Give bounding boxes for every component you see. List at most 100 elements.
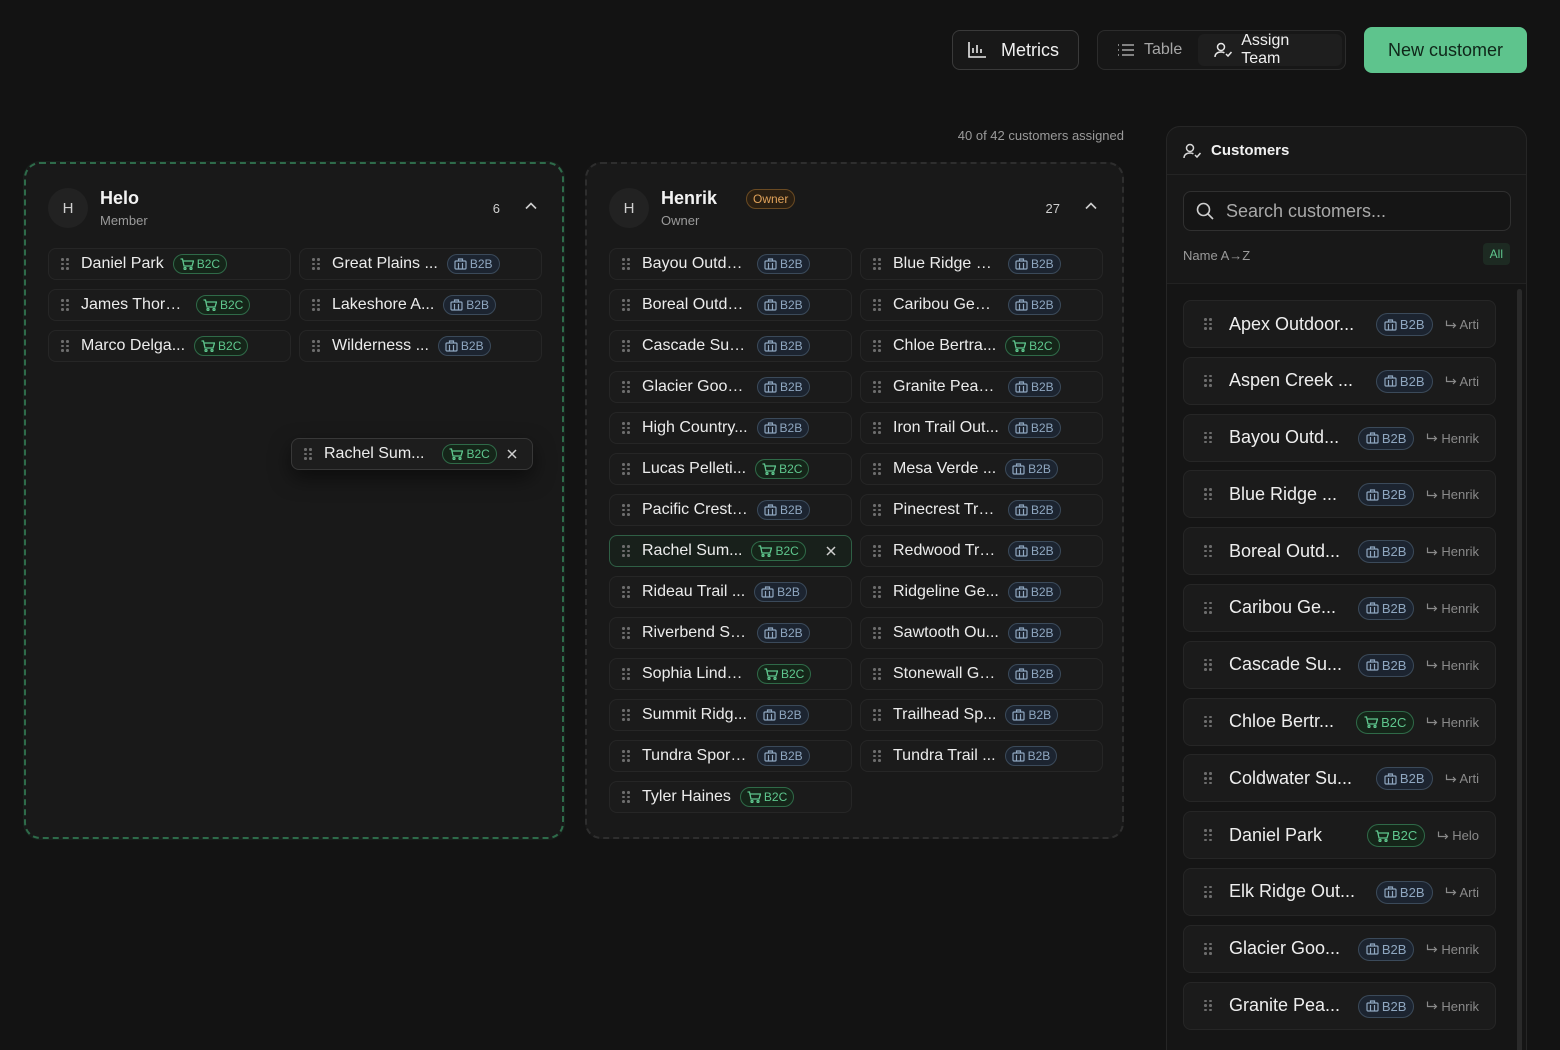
drag-handle-icon[interactable] (1204, 658, 1212, 671)
assign-team-button[interactable]: Assign Team (1198, 32, 1342, 67)
drag-handle-icon[interactable] (312, 258, 320, 270)
customer-list-item[interactable]: Caribou Ge... B2B Henrik (1183, 583, 1496, 632)
drag-handle-icon[interactable] (304, 448, 312, 460)
close-icon[interactable] (506, 448, 518, 460)
customer-card[interactable]: High Country... B2B (609, 412, 852, 444)
drag-handle-icon[interactable] (1204, 545, 1212, 558)
drag-handle-icon[interactable] (1204, 942, 1212, 955)
table-view-button[interactable]: Table (1101, 34, 1198, 66)
customer-card[interactable]: Boreal Outdo... B2B (609, 289, 852, 321)
customer-list-item[interactable]: Blue Ridge ... B2B Henrik (1183, 470, 1496, 519)
customer-card[interactable]: James Thorn... B2C (48, 289, 291, 321)
drag-handle-icon[interactable] (873, 750, 881, 762)
customer-list-item[interactable]: Glacier Goo... B2B Henrik (1183, 924, 1496, 973)
customer-list-item[interactable]: Chloe Bertr... B2C Henrik (1183, 697, 1496, 746)
customer-card[interactable]: Bayou Outdo... B2B (609, 248, 852, 280)
customer-card[interactable]: Tundra Trail ... B2B (860, 740, 1103, 772)
customer-list-item[interactable]: Aspen Creek ... B2B Arti (1183, 356, 1496, 405)
drag-handle-icon[interactable] (873, 627, 881, 639)
customer-card[interactable]: Redwood Tra... B2B (860, 535, 1103, 567)
customer-card[interactable]: Iron Trail Out... B2B (860, 412, 1103, 444)
drag-handle-icon[interactable] (622, 627, 630, 639)
customer-card[interactable]: Pinecrest Tra... B2B (860, 494, 1103, 526)
customer-list-item[interactable]: Boreal Outd... B2B Henrik (1183, 527, 1496, 576)
drag-handle-icon[interactable] (873, 586, 881, 598)
team-column-helo[interactable]: H Helo Member 6 Daniel Park B2C Great Plai… (24, 162, 564, 839)
customer-card[interactable]: Sawtooth Ou... B2B (860, 617, 1103, 649)
drag-handle-icon[interactable] (873, 668, 881, 680)
drag-handle-icon[interactable] (622, 258, 630, 270)
customer-card[interactable]: Glacier Good... B2B (609, 371, 852, 403)
drag-handle-icon[interactable] (622, 340, 630, 352)
drag-handle-icon[interactable] (1204, 715, 1212, 728)
drag-handle-icon[interactable] (622, 791, 630, 803)
drag-handle-icon[interactable] (622, 381, 630, 393)
drag-handle-icon[interactable] (873, 381, 881, 393)
chevron-up-icon[interactable] (524, 199, 538, 213)
customer-list-item[interactable]: Daniel Park B2C Helo (1183, 811, 1496, 860)
drag-handle-icon[interactable] (873, 422, 881, 434)
customer-card[interactable]: Wilderness ... B2B (299, 330, 542, 362)
drag-handle-icon[interactable] (622, 299, 630, 311)
drag-handle-icon[interactable] (1204, 829, 1212, 841)
customer-card[interactable]: Pacific Crest ... B2B (609, 494, 852, 526)
drag-handle-icon[interactable] (873, 709, 881, 721)
drag-handle-icon[interactable] (622, 463, 630, 475)
dragging-customer-card[interactable]: Rachel Sum... B2C (291, 438, 533, 470)
customer-list-item[interactable]: Elk Ridge Out... B2B Arti (1183, 867, 1496, 916)
drag-handle-icon[interactable] (873, 340, 881, 352)
drag-handle-icon[interactable] (1204, 488, 1212, 501)
customer-card[interactable]: Trailhead Sp... B2B (860, 699, 1103, 731)
drag-handle-icon[interactable] (1204, 999, 1212, 1012)
customer-list-item[interactable]: Apex Outdoor... B2B Arti (1183, 300, 1496, 348)
customer-card[interactable]: Tundra Sport... B2B (609, 740, 852, 772)
drag-handle-icon[interactable] (1204, 431, 1212, 444)
customer-card[interactable]: Caribou Gear... B2B (860, 289, 1103, 321)
drag-handle-icon[interactable] (873, 545, 881, 557)
drag-handle-icon[interactable] (312, 299, 320, 311)
team-column-henrik[interactable]: H Henrik Owner Owner 27 Bayou Outdo... B2… (585, 162, 1124, 839)
customer-list-item[interactable]: Bayou Outd... B2B Henrik (1183, 413, 1496, 462)
sort-label[interactable]: Name A→Z (1183, 248, 1250, 263)
customer-card[interactable]: Sophia Lindq... B2C (609, 658, 852, 690)
customer-card[interactable]: Lucas Pelleti... B2C (609, 453, 852, 485)
chevron-up-icon[interactable] (1084, 199, 1098, 213)
drag-handle-icon[interactable] (873, 504, 881, 516)
customer-card[interactable]: Cascade Sup... B2B (609, 330, 852, 362)
search-input[interactable] (1226, 200, 1496, 222)
customer-card[interactable]: Granite Peak... B2B (860, 371, 1103, 403)
customer-list-item[interactable]: Cascade Su... B2B Henrik (1183, 640, 1496, 689)
drag-handle-icon[interactable] (1204, 601, 1212, 614)
customer-card[interactable]: Lakeshore A... B2B (299, 289, 542, 321)
customer-card[interactable]: Great Plains ... B2B (299, 248, 542, 280)
drag-handle-icon[interactable] (61, 258, 69, 270)
filter-all-button[interactable]: All (1482, 243, 1510, 265)
customer-list-item[interactable]: Granite Pea... B2B Henrik (1183, 981, 1496, 1030)
drag-handle-icon[interactable] (1204, 885, 1212, 898)
drag-handle-icon[interactable] (873, 463, 881, 475)
customer-card[interactable]: Blue Ridge M... B2B (860, 248, 1103, 280)
drag-handle-icon[interactable] (622, 422, 630, 434)
scrollbar[interactable] (1517, 289, 1522, 1050)
drag-handle-icon[interactable] (873, 258, 881, 270)
drag-handle-icon[interactable] (622, 668, 630, 680)
drag-handle-icon[interactable] (61, 340, 69, 352)
drag-handle-icon[interactable] (622, 545, 630, 557)
drag-handle-icon[interactable] (622, 750, 630, 762)
customer-card[interactable]: Rideau Trail ... B2B (609, 576, 852, 608)
customer-card[interactable]: Summit Ridg... B2B (609, 699, 852, 731)
drag-handle-icon[interactable] (312, 340, 320, 352)
close-icon[interactable] (825, 545, 837, 557)
drag-handle-icon[interactable] (873, 299, 881, 311)
customer-card[interactable]: Ridgeline Ge... B2B (860, 576, 1103, 608)
drag-handle-icon[interactable] (61, 299, 69, 311)
drag-handle-icon[interactable] (622, 504, 630, 516)
customer-list-item[interactable]: Coldwater Su... B2B Arti (1183, 754, 1496, 803)
customer-card[interactable]: Marco Delga... B2C (48, 330, 291, 362)
customer-card[interactable]: Rachel Sum... B2C (609, 535, 852, 567)
drag-handle-icon[interactable] (1204, 772, 1212, 785)
drag-handle-icon[interactable] (622, 586, 630, 598)
search-box[interactable] (1183, 191, 1511, 231)
customer-card[interactable]: Mesa Verde ... B2B (860, 453, 1103, 485)
customer-card[interactable]: Tyler Haines B2C (609, 781, 852, 813)
